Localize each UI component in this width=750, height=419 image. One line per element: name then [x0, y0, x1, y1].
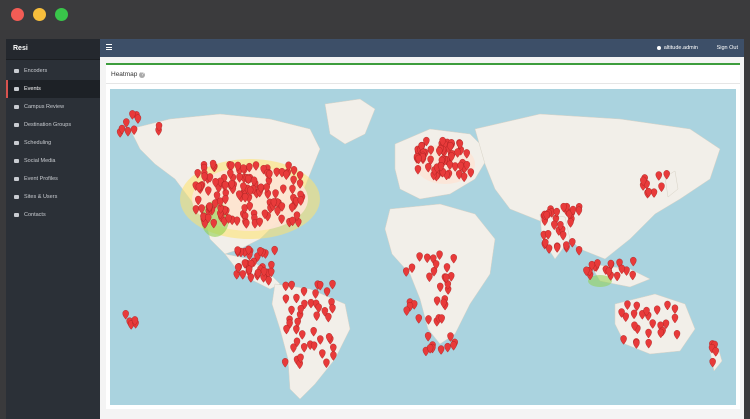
- sidebar-item-scheduling[interactable]: Scheduling: [6, 134, 100, 152]
- sidebar-item-label: Sites & Users: [24, 194, 58, 200]
- brand-title: Resi: [6, 39, 100, 60]
- map-canvas[interactable]: [110, 89, 736, 405]
- share-icon: [14, 159, 19, 163]
- sidebar-item-label: Events: [24, 86, 41, 92]
- calendar-icon: [14, 141, 19, 145]
- panel-title-text: Heatmap: [111, 71, 138, 78]
- map-marker-icon[interactable]: [281, 358, 289, 368]
- video-icon: [14, 105, 19, 109]
- panel-title: Heatmap?: [111, 71, 146, 78]
- sidebar-item-label: Scheduling: [24, 140, 52, 146]
- map-marker-icon[interactable]: [444, 343, 451, 353]
- map-marker-icon[interactable]: [630, 256, 637, 267]
- sidebar-item-label: Event Profiles: [24, 176, 58, 182]
- file-icon: [14, 177, 19, 181]
- sidebar-item-label: Encoders: [24, 68, 48, 74]
- sidebar-item-social-media[interactable]: Social Media: [6, 152, 100, 170]
- map-marker-icon[interactable]: [247, 273, 255, 283]
- username: altitude.admin: [663, 45, 698, 51]
- folder-icon: [14, 87, 19, 91]
- sidebar-item-contacts[interactable]: Contacts: [6, 206, 100, 224]
- sidebar-item-encoders[interactable]: Encoders: [6, 62, 100, 80]
- list-icon: [14, 195, 19, 199]
- sidebar-item-label: Campus Review: [24, 104, 65, 110]
- map-marker-icon[interactable]: [239, 270, 246, 280]
- list-icon: [14, 213, 19, 217]
- map-marker-icon[interactable]: [129, 110, 136, 120]
- sidebar-item-label: Contacts: [24, 212, 46, 218]
- hamburger-icon[interactable]: [106, 44, 112, 52]
- asia: [474, 113, 721, 260]
- sidebar-item-destination-groups[interactable]: Destination Groups: [6, 116, 100, 134]
- map-marker-icon[interactable]: [329, 280, 336, 290]
- sign-out-link[interactable]: Sign Out: [717, 39, 738, 57]
- maximize-window-button[interactable]: [55, 8, 68, 21]
- sidebar-item-event-profiles[interactable]: Event Profiles: [6, 170, 100, 188]
- map-marker-icon[interactable]: [575, 246, 583, 256]
- minimize-window-button[interactable]: [33, 8, 46, 21]
- map-marker-icon[interactable]: [403, 267, 410, 277]
- greenland: [324, 98, 376, 145]
- map-marker-icon[interactable]: [271, 246, 278, 256]
- sidebar-item-campus-review[interactable]: Campus Review: [6, 98, 100, 116]
- question-icon[interactable]: ?: [139, 72, 146, 78]
- gear-icon: [14, 69, 19, 73]
- panel-divider: [106, 83, 740, 84]
- window-titlebar: [0, 0, 750, 30]
- sidebar-item-events[interactable]: Events: [6, 80, 100, 98]
- app-frame: Resi Encoders Events Campus Review Destinat…: [6, 39, 744, 419]
- topbar: altitude.admin Sign Out: [100, 39, 744, 57]
- folder-icon: [14, 123, 19, 127]
- world-map[interactable]: [110, 89, 736, 405]
- heatmap-panel: Heatmap?: [106, 63, 740, 409]
- sidebar: Resi Encoders Events Campus Review Destinat…: [6, 39, 100, 419]
- map-marker-icon[interactable]: [450, 341, 457, 351]
- sidebar-item-label: Destination Groups: [24, 122, 72, 128]
- africa: [384, 203, 496, 345]
- sidebar-nav: Encoders Events Campus Review Destination G…: [6, 62, 100, 224]
- map-marker-icon[interactable]: [415, 314, 422, 324]
- user-icon: [656, 45, 661, 50]
- map-marker-icon[interactable]: [124, 127, 132, 137]
- close-window-button[interactable]: [11, 8, 24, 21]
- sidebar-item-sites-users[interactable]: Sites & Users: [6, 188, 100, 206]
- map-marker-icon[interactable]: [424, 332, 432, 342]
- user-menu[interactable]: altitude.admin: [656, 39, 698, 57]
- map-marker-icon[interactable]: [437, 345, 445, 355]
- sidebar-item-label: Social Media: [24, 158, 56, 164]
- map-marker-icon[interactable]: [134, 114, 142, 124]
- map-marker-icon[interactable]: [403, 306, 410, 316]
- map-marker-icon[interactable]: [569, 238, 576, 248]
